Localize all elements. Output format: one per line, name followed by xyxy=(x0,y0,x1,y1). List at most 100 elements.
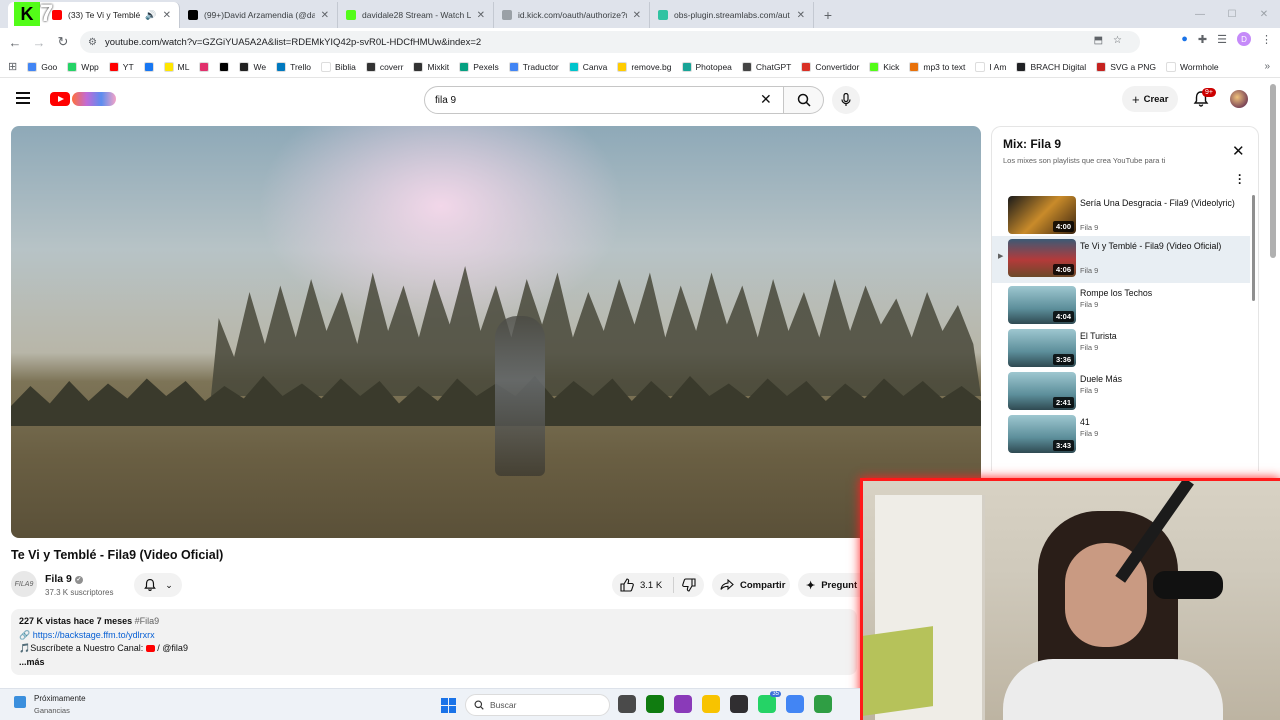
playlist-scrollbar[interactable] xyxy=(1252,195,1255,301)
close-tab-icon[interactable]: ✕ xyxy=(797,10,805,21)
bookmark-item[interactable]: mp3 to text xyxy=(909,61,965,72)
bookmark-item[interactable]: Trello xyxy=(276,61,311,72)
extensions-puzzle-icon[interactable]: ✚ xyxy=(1198,33,1207,46)
playlist-more-icon[interactable]: · · · xyxy=(1238,169,1242,189)
address-bar[interactable]: ⚙ youtube.com/watch?v=GZGiYUA5A2A&list=R… xyxy=(80,31,1140,53)
close-tab-icon[interactable]: ✕ xyxy=(321,10,329,21)
bookmark-favicon-icon xyxy=(239,61,250,72)
bookmark-item[interactable]: Wpp xyxy=(67,61,99,72)
channel-avatar[interactable]: FILA9 xyxy=(11,571,37,597)
bookmark-item[interactable]: SVG a PNG xyxy=(1096,61,1156,72)
bookmark-item[interactable]: Biblia xyxy=(321,61,356,72)
back-icon[interactable]: ← xyxy=(3,35,27,50)
app-purple-icon[interactable] xyxy=(674,695,692,713)
channel-handle-link[interactable]: / @fila9 xyxy=(157,643,188,653)
channel-name[interactable]: Fila 9 ✓ xyxy=(45,573,83,585)
share-button[interactable]: Compartir xyxy=(712,573,790,597)
bookmark-item[interactable]: Convertidor xyxy=(801,61,859,72)
browser-tab[interactable]: obs-plugin.streamlabs.com/aut ✕ xyxy=(650,2,814,28)
browser-tab[interactable]: (99+)David Arzamendia (@dav ✕ xyxy=(180,2,338,28)
close-tab-icon[interactable]: ✕ xyxy=(163,10,171,21)
more-bookmarks-icon[interactable]: » xyxy=(1264,61,1270,72)
bookmark-item[interactable]: Canva xyxy=(568,61,607,72)
bookmark-label: I Am xyxy=(989,61,1007,72)
dislike-button[interactable] xyxy=(674,578,704,592)
close-window-icon[interactable]: ✕ xyxy=(1248,0,1280,28)
playlist-item[interactable]: 3:43 41 Fila 9 xyxy=(992,412,1250,455)
voice-search-button[interactable] xyxy=(832,86,860,114)
taskbar-search[interactable]: Buscar xyxy=(465,694,610,716)
bookmark-item[interactable]: ChatGPT xyxy=(741,61,791,72)
reload-icon[interactable]: ↻ xyxy=(51,34,75,50)
forward-icon[interactable]: → xyxy=(27,35,51,50)
extension-icon[interactable]: ● xyxy=(1181,33,1188,45)
video-player[interactable] xyxy=(11,126,981,538)
bookmark-item[interactable]: Traductor xyxy=(508,61,559,72)
windows-start-icon[interactable] xyxy=(441,698,456,713)
playlist-thumbnail: 2:41 xyxy=(1008,372,1076,410)
bookmark-item[interactable]: Pexels xyxy=(459,61,499,72)
bookmark-item[interactable]: Kick xyxy=(869,61,899,72)
bookmark-label: Biblia xyxy=(335,61,356,72)
clear-search-icon[interactable]: ✕ xyxy=(760,91,772,108)
playlist-item[interactable]: ▶ 4:06 Te Vi y Temblé - Fila9 (Video Ofici… xyxy=(992,236,1250,283)
apps-grid-icon[interactable]: ⊞ xyxy=(8,60,17,73)
close-tab-icon[interactable]: ✕ xyxy=(633,10,641,21)
menu-icon[interactable] xyxy=(16,92,30,104)
bookmark-item[interactable] xyxy=(143,61,154,72)
bookmark-item[interactable]: YT xyxy=(108,61,134,72)
weather-icon[interactable] xyxy=(14,696,26,708)
install-icon[interactable]: ⬒ xyxy=(1094,35,1113,46)
youtube-account-avatar[interactable] xyxy=(1230,90,1248,108)
bookmark-item[interactable]: Wormhole xyxy=(1166,61,1219,72)
playlist-item[interactable]: 3:36 El Turista Fila 9 xyxy=(992,326,1250,369)
bookmark-item[interactable]: BRACH Digital xyxy=(1016,61,1086,72)
widget-title[interactable]: Próximamente xyxy=(34,694,86,703)
obs-icon[interactable] xyxy=(730,695,748,713)
backstage-link[interactable]: https://backstage.ffm.to/ydlrxrx xyxy=(33,630,155,640)
playlist-item[interactable]: 4:00 Sería Una Desgracia - Fila9 (Videoly… xyxy=(992,193,1250,236)
chrome-menu-icon[interactable]: ⋮ xyxy=(1261,33,1272,46)
bookmark-item[interactable]: We xyxy=(239,61,266,72)
chrome-icon[interactable] xyxy=(786,695,804,713)
bookmark-star-icon[interactable]: ☆ xyxy=(1113,35,1132,46)
close-playlist-icon[interactable]: ✕ xyxy=(1232,142,1245,160)
app-green-icon[interactable] xyxy=(814,695,832,713)
browser-tab[interactable]: id.kick.com/oauth/authorize?re ✕ xyxy=(494,2,650,28)
bookmark-item[interactable]: Mixkit xyxy=(413,61,449,72)
playlist-item[interactable]: 4:04 Rompe los Techos Fila 9 xyxy=(992,283,1250,326)
hashtag-link[interactable]: #Fila9 xyxy=(135,616,160,626)
bookmark-item[interactable] xyxy=(219,61,230,72)
bookmark-item[interactable]: coverr xyxy=(365,61,403,72)
bookmark-item[interactable]: I Am xyxy=(975,61,1007,72)
video-description[interactable]: 227 K vistas hace 7 meses #Fila9 🔗 https… xyxy=(11,609,857,675)
minimize-icon[interactable]: — xyxy=(1184,0,1216,28)
video-title: Te Vi y Temblé - Fila9 (Video Oficial) xyxy=(11,548,224,562)
reading-list-icon[interactable]: ☰ xyxy=(1217,33,1227,46)
youtube-logo[interactable] xyxy=(50,92,116,106)
browser-tab[interactable]: davidale28 Stream - Watch Live ✕ xyxy=(338,2,494,28)
close-tab-icon[interactable]: ✕ xyxy=(477,10,485,21)
bookmark-item[interactable]: Photopea xyxy=(681,61,732,72)
playlist-item[interactable]: 2:41 Duele Más Fila 9 xyxy=(992,369,1250,412)
file-explorer-icon[interactable] xyxy=(702,695,720,713)
page-scrollbar[interactable] xyxy=(1270,84,1276,258)
bookmark-item[interactable] xyxy=(199,61,210,72)
create-button[interactable]: + Crear xyxy=(1122,86,1179,112)
like-button[interactable]: 3.1 K xyxy=(612,577,674,593)
bookmark-item[interactable]: remove.bg xyxy=(617,61,672,72)
site-info-icon[interactable]: ⚙ xyxy=(88,37,97,48)
bookmark-item[interactable]: ML xyxy=(163,61,189,72)
search-button[interactable] xyxy=(784,86,824,114)
show-more-link[interactable]: ...más xyxy=(19,656,849,670)
whatsapp-icon[interactable]: 35 xyxy=(758,691,781,713)
xbox-icon[interactable] xyxy=(646,695,664,713)
profile-avatar[interactable]: D xyxy=(1237,32,1251,46)
search-input[interactable]: fila 9 xyxy=(424,86,784,114)
audio-playing-icon[interactable]: 🔊 xyxy=(145,10,156,21)
task-view-icon[interactable] xyxy=(618,695,636,713)
bookmark-item[interactable]: Goo xyxy=(27,61,57,72)
subscription-bell-button[interactable]: ⌄ xyxy=(134,573,182,597)
new-tab-button[interactable]: + xyxy=(814,2,842,28)
maximize-icon[interactable]: ☐ xyxy=(1216,0,1248,28)
